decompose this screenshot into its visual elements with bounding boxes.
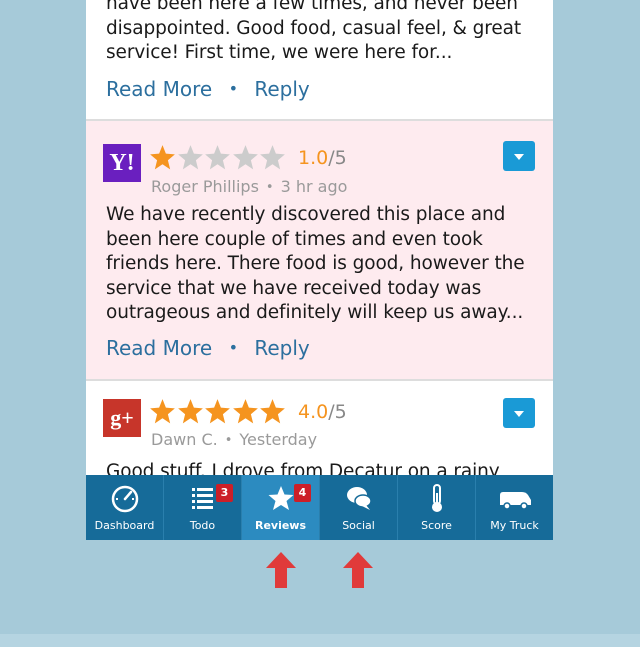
rating-max: /5: [328, 147, 347, 169]
tab-score[interactable]: Score: [398, 475, 476, 540]
star-empty-icon: [260, 145, 285, 170]
todo-count-badge: 3: [216, 484, 233, 502]
star-icon: [268, 486, 293, 510]
review-actions: Read More • Reply: [106, 77, 310, 101]
tab-label: Todo: [189, 519, 216, 532]
tab-label: Social: [342, 519, 375, 532]
annotation-arrow-up-icon: [266, 552, 296, 588]
separator-dot: •: [265, 180, 274, 195]
tab-label: Dashboard: [94, 519, 155, 532]
app-screen: have been here a few times, and never be…: [86, 0, 553, 540]
separator-dot: •: [228, 79, 238, 98]
tab-label: Score: [421, 519, 452, 532]
star-filled-icon: [205, 399, 230, 424]
chat-bubbles-icon: [346, 487, 372, 510]
reviews-count-badge: 4: [294, 484, 311, 502]
rating-value: 4.0: [298, 401, 329, 423]
review-options-dropdown[interactable]: [503, 141, 535, 171]
star-empty-icon: [177, 145, 203, 170]
tab-social[interactable]: Social: [320, 475, 398, 540]
reviewer-name: Dawn C.: [151, 430, 218, 449]
tab-todo[interactable]: 3 Todo: [164, 475, 242, 540]
star-rating: [149, 398, 287, 425]
tab-label: Reviews: [254, 519, 307, 532]
tab-my-truck[interactable]: My Truck: [476, 475, 553, 540]
review-options-dropdown[interactable]: [503, 398, 535, 428]
bottom-tab-bar: Dashboard 3 Todo 4 Reviews Social Score …: [86, 475, 553, 540]
review-actions: Read More • Reply: [106, 336, 310, 360]
yelp-logo-icon: Y!: [103, 144, 141, 182]
review-text: have been here a few times, and never be…: [106, 0, 522, 63]
review-card: have been here a few times, and never be…: [86, 0, 553, 121]
rating-max: /5: [328, 401, 347, 423]
annotation-arrow-up-icon: [343, 552, 373, 588]
reviewer-name: Roger Phillips: [151, 177, 259, 196]
google-plus-logo-icon: g+: [103, 399, 141, 437]
thermometer-icon: [431, 484, 442, 512]
truck-icon: [499, 492, 531, 510]
review-meta: Roger Phillips • 3 hr ago: [151, 177, 347, 196]
tab-reviews[interactable]: 4 Reviews: [242, 475, 320, 540]
review-text: We have recently discovered this place a…: [106, 204, 525, 323]
read-more-link[interactable]: Read More: [106, 77, 212, 101]
review-time: 3 hr ago: [280, 177, 348, 196]
separator-dot: •: [228, 338, 238, 357]
star-filled-icon: [260, 399, 285, 424]
star-filled-icon: [177, 399, 203, 424]
star-filled-icon: [150, 399, 175, 424]
star-empty-icon: [232, 145, 258, 170]
star-filled-icon: [150, 145, 175, 170]
rating-score: 4.0/5: [298, 401, 347, 423]
star-filled-icon: [232, 399, 258, 424]
tab-label: My Truck: [490, 519, 539, 532]
star-empty-icon: [205, 145, 230, 170]
reply-link[interactable]: Reply: [254, 336, 309, 360]
list-icon: [191, 488, 213, 509]
review-time: Yesterday: [239, 430, 318, 449]
background-strip: [0, 634, 640, 647]
read-more-link[interactable]: Read More: [106, 336, 212, 360]
rating-value: 1.0: [298, 147, 329, 169]
review-meta: Dawn C. • Yesterday: [151, 430, 317, 449]
reply-link[interactable]: Reply: [254, 77, 309, 101]
star-rating: [149, 144, 287, 171]
gauge-icon: [111, 485, 138, 513]
tab-dashboard[interactable]: Dashboard: [86, 475, 164, 540]
separator-dot: •: [224, 433, 233, 448]
rating-score: 1.0/5: [298, 147, 347, 169]
review-card-yelp: Y! 1.0/5 Roger Phillips • 3 hr ago We have…: [86, 121, 553, 381]
